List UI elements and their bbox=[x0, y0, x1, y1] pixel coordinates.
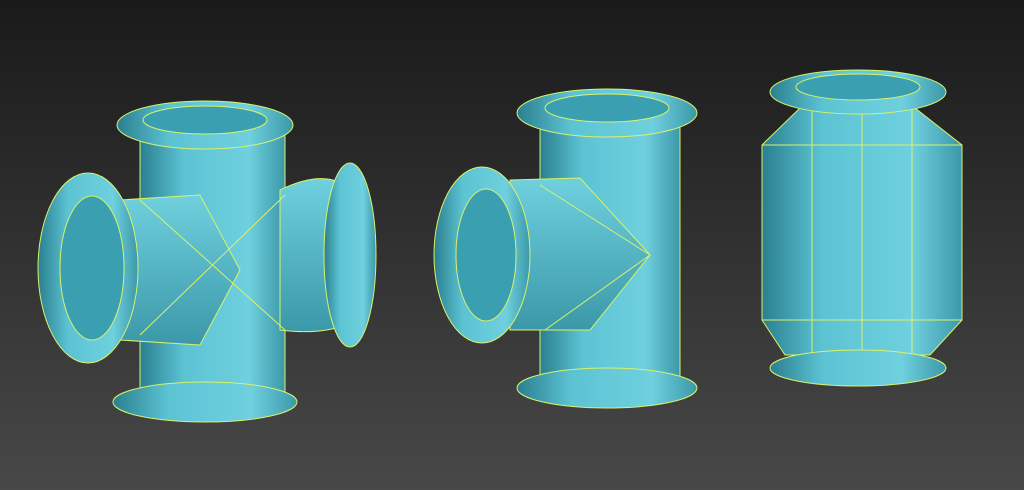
tee-top-opening bbox=[544, 93, 670, 123]
tee-left-opening bbox=[455, 188, 517, 322]
cross-right-flange bbox=[323, 162, 377, 348]
pipe-cross bbox=[37, 100, 377, 423]
pipe-tee bbox=[433, 88, 698, 409]
cross-bottom-flange bbox=[112, 381, 298, 423]
vessel-top-opening bbox=[795, 73, 921, 101]
pipe-vessel bbox=[761, 69, 963, 387]
tee-bottom-flange bbox=[516, 367, 698, 409]
viewport-render bbox=[37, 69, 963, 423]
vessel-bottom-flange bbox=[769, 349, 947, 387]
cross-left-opening bbox=[59, 195, 125, 341]
cross-top-opening bbox=[142, 105, 268, 135]
